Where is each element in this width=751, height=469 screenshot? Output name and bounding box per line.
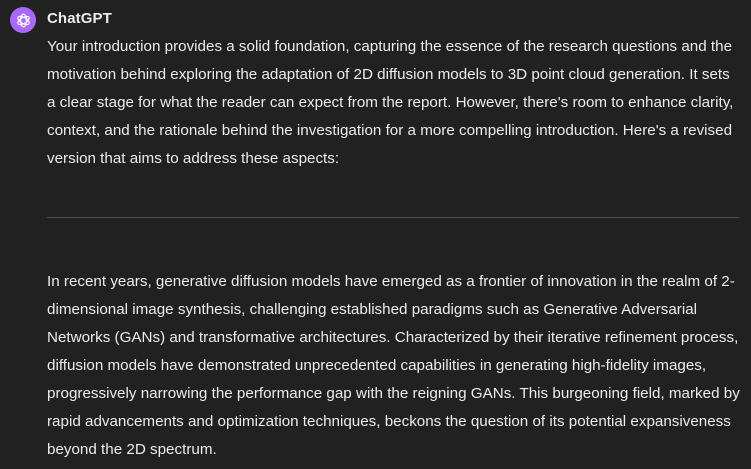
message-paragraph: Your introduction provides a solid found… (47, 38, 734, 167)
message-body: Your introduction provides a solid found… (47, 33, 742, 173)
message-paragraph: In recent years, generative diffusion mo… (47, 273, 740, 458)
chat-page: ChatGPT Your introduction provides a sol… (0, 0, 751, 469)
message-author: ChatGPT (47, 10, 112, 27)
openai-logo-icon (16, 13, 30, 27)
chatgpt-avatar (10, 7, 36, 33)
horizontal-divider (47, 217, 739, 218)
